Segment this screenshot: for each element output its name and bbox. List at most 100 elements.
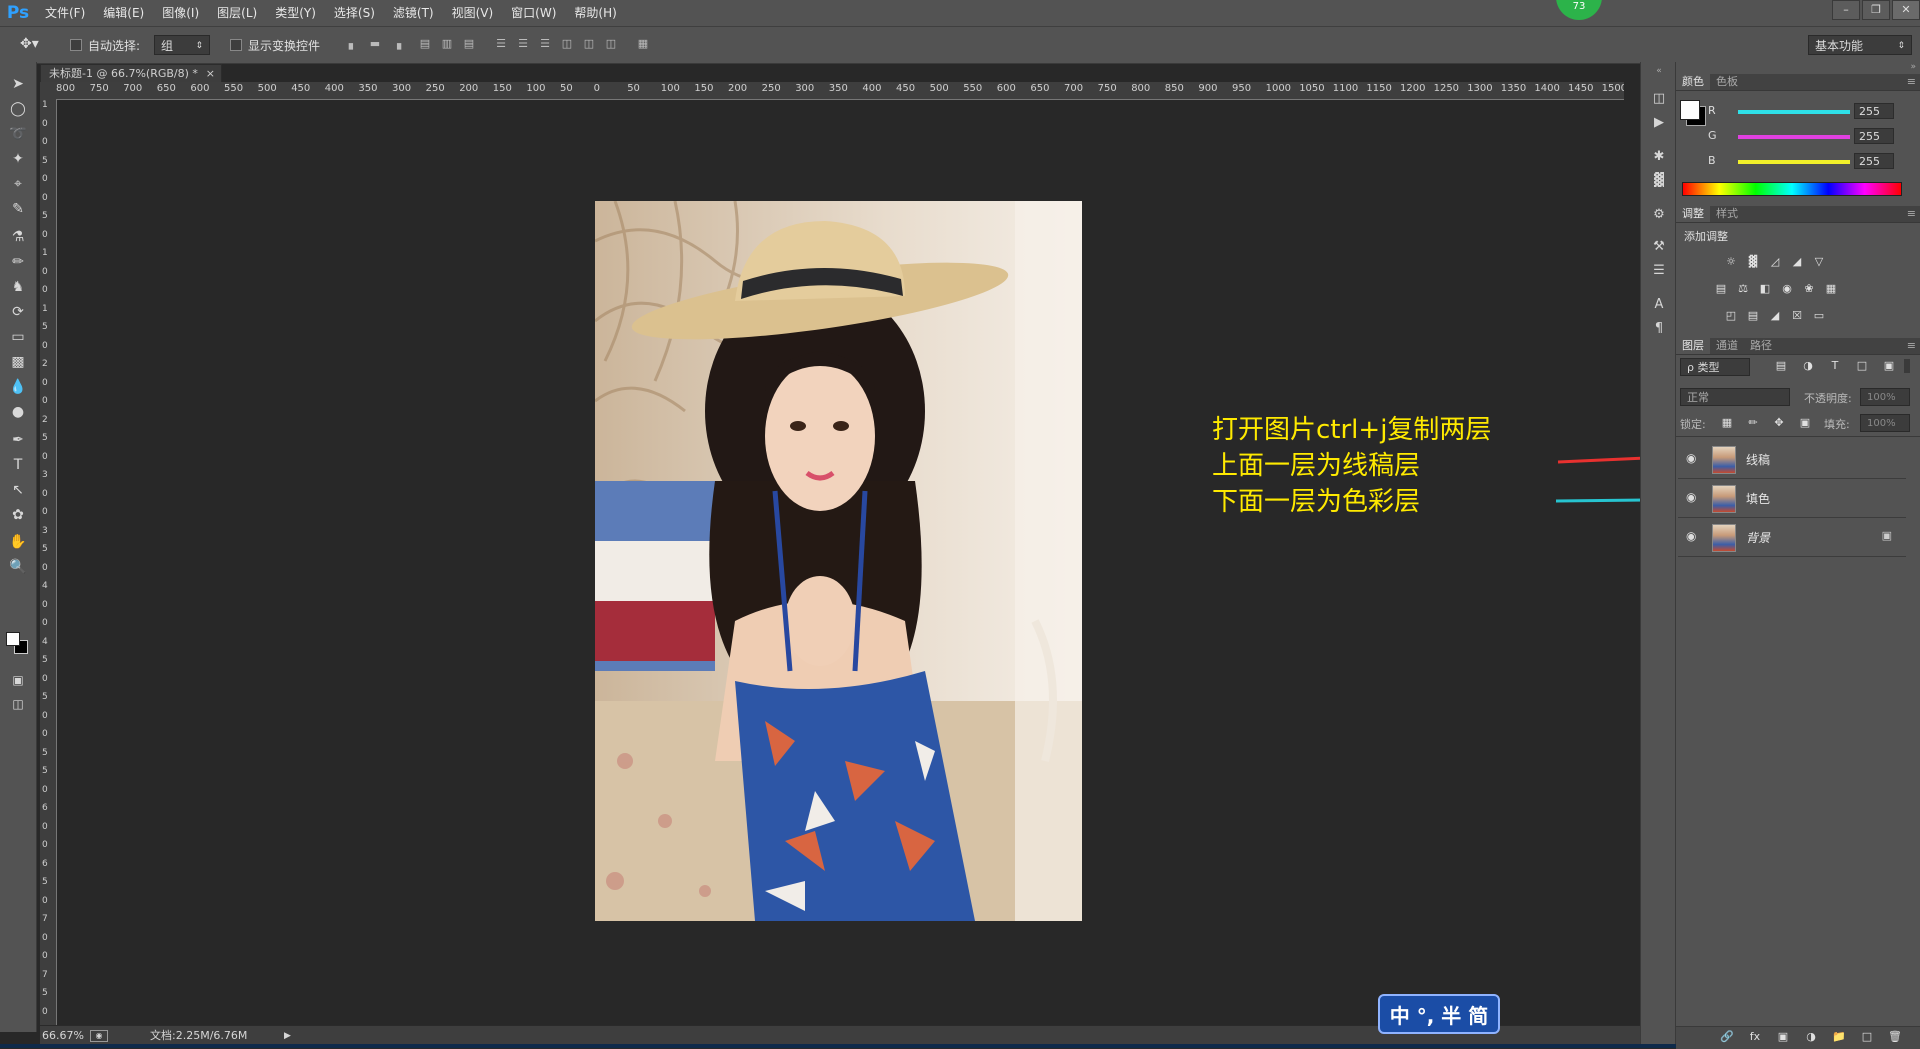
visibility-eye-icon[interactable]: ◉ xyxy=(1686,529,1696,543)
fill-input[interactable]: 100% xyxy=(1860,414,1910,432)
collapse-panels-icon[interactable]: » xyxy=(1910,62,1916,72)
auto-select-checkbox[interactable] xyxy=(70,39,82,51)
tab-channels[interactable]: 通道 xyxy=(1710,338,1744,354)
foreground-color-swatch[interactable] xyxy=(6,632,20,646)
menu-image[interactable]: 图像(I) xyxy=(153,0,208,26)
brush-tool-icon[interactable]: ✏ xyxy=(8,252,28,272)
link-layers-icon[interactable]: 🔗 xyxy=(1719,1030,1735,1044)
auto-select-dropdown[interactable]: 组 ⇕ xyxy=(154,35,210,55)
new-layer-icon[interactable]: □ xyxy=(1859,1030,1875,1044)
visibility-eye-icon[interactable]: ◉ xyxy=(1686,490,1696,504)
paragraph-panel-icon[interactable]: ¶ xyxy=(1650,320,1668,338)
align-right-icon[interactable]: ▤ xyxy=(462,37,476,51)
distribute-left-icon[interactable]: ◫ xyxy=(560,37,574,51)
path-select-icon[interactable]: ↖ xyxy=(8,480,28,500)
collapse-icon[interactable]: « xyxy=(1650,62,1668,80)
history-icon[interactable]: ◫ xyxy=(1650,90,1668,108)
ime-indicator[interactable]: 中 °, 半 简 xyxy=(1378,994,1500,1034)
layer-filter-dropdown[interactable]: ρ 类型 xyxy=(1680,358,1750,376)
gradient-tool-icon[interactable]: ▩ xyxy=(8,352,28,372)
blend-mode-dropdown[interactable]: 正常 xyxy=(1680,388,1790,406)
distribute-right-icon[interactable]: ◫ xyxy=(604,37,618,51)
document-tab[interactable]: 未标题-1 @ 66.7%(RGB/8) * × xyxy=(40,64,222,82)
color-lookup-icon[interactable]: ▦ xyxy=(1823,282,1839,296)
posterize-icon[interactable]: ▤ xyxy=(1745,309,1761,323)
brush-panel-icon[interactable]: ▓ xyxy=(1650,172,1668,190)
menu-window[interactable]: 窗口(W) xyxy=(502,0,565,26)
levels-icon[interactable]: ▓ xyxy=(1745,255,1761,269)
lock-pixels-icon[interactable]: ✏ xyxy=(1745,416,1761,430)
menu-layer[interactable]: 图层(L) xyxy=(208,0,266,26)
filter-adjust-icon[interactable]: ◑ xyxy=(1800,359,1816,373)
quick-mask-icon[interactable]: ▣ xyxy=(8,670,28,690)
status-menu-arrow-icon[interactable]: ▶ xyxy=(284,1026,291,1046)
close-tab-icon[interactable]: × xyxy=(206,65,215,83)
align-vcenter-icon[interactable]: ▬ xyxy=(368,37,382,51)
blur-tool-icon[interactable]: 💧 xyxy=(8,377,28,397)
lock-transparent-icon[interactable]: ▦ xyxy=(1719,416,1735,430)
healing-brush-icon[interactable]: ⚗ xyxy=(8,227,28,247)
photo-filter-icon[interactable]: ◉ xyxy=(1779,282,1795,296)
stamp-tool-icon[interactable]: ♞ xyxy=(8,277,28,297)
channel-b-slider[interactable] xyxy=(1738,160,1850,164)
panel-menu-icon[interactable]: ≡ xyxy=(1907,206,1916,222)
invert-icon[interactable]: ◰ xyxy=(1723,309,1739,323)
brush-presets-icon[interactable]: ✱ xyxy=(1650,148,1668,166)
zoom-tool-icon[interactable]: 🔍 xyxy=(8,557,28,577)
properties-icon[interactable]: ☰ xyxy=(1650,262,1668,280)
clone-source-icon[interactable]: ⚙ xyxy=(1650,206,1668,224)
image-canvas[interactable] xyxy=(595,201,1082,921)
panel-menu-icon[interactable]: ≡ xyxy=(1907,74,1916,90)
move-tool-icon[interactable]: ➤ xyxy=(8,74,28,94)
selective-color-icon[interactable]: ☒ xyxy=(1789,309,1805,323)
color-fg-swatch[interactable] xyxy=(1680,100,1700,120)
distribute-vcenter-icon[interactable]: ☰ xyxy=(516,37,530,51)
tab-layers[interactable]: 图层 xyxy=(1676,338,1710,354)
workspace-dropdown[interactable]: 基本功能 ⇕ xyxy=(1808,35,1912,55)
magic-wand-icon[interactable]: ✦ xyxy=(8,149,28,169)
pen-tool-icon[interactable]: ✒ xyxy=(8,430,28,450)
show-transform-checkbox[interactable] xyxy=(230,39,242,51)
panel-menu-icon[interactable]: ≡ xyxy=(1907,338,1916,354)
channel-g-slider[interactable] xyxy=(1738,135,1850,139)
actions-play-icon[interactable]: ▶ xyxy=(1650,114,1668,132)
add-mask-icon[interactable]: ▣ xyxy=(1775,1030,1791,1044)
channel-r-slider[interactable] xyxy=(1738,110,1850,114)
lock-all-icon[interactable]: ▣ xyxy=(1797,416,1813,430)
hue-sat-icon[interactable]: ▤ xyxy=(1713,282,1729,296)
marquee-tool-icon[interactable]: ◯ xyxy=(8,99,28,119)
move-tool-preset-icon[interactable]: ✥▾ xyxy=(20,36,39,52)
tab-adjustments[interactable]: 调整 xyxy=(1676,206,1710,222)
delete-layer-icon[interactable]: 🗑 xyxy=(1887,1030,1903,1044)
filter-pixel-icon[interactable]: ▤ xyxy=(1773,359,1789,373)
distribute-top-icon[interactable]: ☰ xyxy=(494,37,508,51)
threshold-icon[interactable]: ◢ xyxy=(1767,309,1783,323)
channel-g-value[interactable]: 255 xyxy=(1854,128,1894,144)
lasso-tool-icon[interactable]: ➰ xyxy=(8,124,28,144)
new-adjustment-icon[interactable]: ◑ xyxy=(1803,1030,1819,1044)
color-balance-icon[interactable]: ⚖ xyxy=(1735,282,1751,296)
tab-styles[interactable]: 样式 xyxy=(1710,206,1744,222)
distribute-hcenter-icon[interactable]: ◫ xyxy=(582,37,596,51)
status-preview-icon[interactable]: ◉ xyxy=(90,1030,108,1042)
filter-type-icon[interactable]: T xyxy=(1827,359,1843,373)
new-group-icon[interactable]: 📁 xyxy=(1831,1030,1847,1044)
opacity-input[interactable]: 100% xyxy=(1860,388,1910,406)
screen-mode-icon[interactable]: ◫ xyxy=(8,694,28,714)
menu-file[interactable]: 文件(F) xyxy=(36,0,94,26)
align-bottom-icon[interactable]: ▗ xyxy=(390,37,404,51)
menu-filter[interactable]: 滤镜(T) xyxy=(384,0,443,26)
filter-toggle[interactable] xyxy=(1904,359,1910,373)
channel-r-value[interactable]: 255 xyxy=(1854,103,1894,119)
color-spectrum[interactable] xyxy=(1682,182,1902,196)
dodge-tool-icon[interactable]: ● xyxy=(8,402,28,422)
lock-icon[interactable]: ▣ xyxy=(1882,529,1892,542)
curves-icon[interactable]: ◿ xyxy=(1767,255,1783,269)
tab-paths[interactable]: 路径 xyxy=(1744,338,1778,354)
exposure-icon[interactable]: ◢ xyxy=(1789,255,1805,269)
menu-select[interactable]: 选择(S) xyxy=(325,0,384,26)
restore-icon[interactable]: ❐ xyxy=(1862,0,1890,20)
shape-tool-icon[interactable]: ✿ xyxy=(8,505,28,525)
hand-tool-icon[interactable]: ✋ xyxy=(8,532,28,552)
close-icon[interactable]: ✕ xyxy=(1892,0,1920,20)
